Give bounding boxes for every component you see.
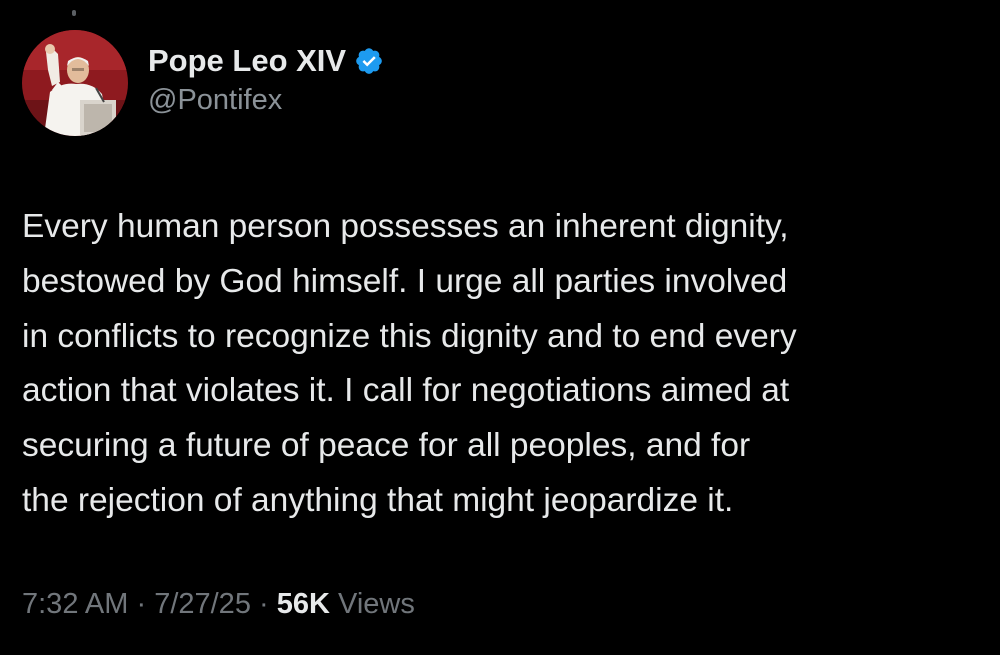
thread-connector bbox=[72, 10, 76, 16]
tweet-date[interactable]: 7/27/25 bbox=[154, 588, 251, 621]
display-name[interactable]: Pope Leo XIV bbox=[148, 43, 346, 79]
tweet-meta: 7:32 AM · 7/27/25 · 56K Views bbox=[22, 588, 415, 621]
meta-separator: · bbox=[128, 588, 155, 620]
pope-waving-avatar-icon bbox=[22, 30, 128, 136]
views-label[interactable]: Views bbox=[330, 588, 415, 621]
verified-badge-icon[interactable] bbox=[354, 46, 384, 76]
tweet-text: Every human person possesses an inherent… bbox=[22, 208, 797, 519]
tweet-time[interactable]: 7:32 AM bbox=[22, 588, 128, 621]
author-handle[interactable]: @Pontifex bbox=[148, 84, 384, 117]
display-name-row: Pope Leo XIV bbox=[148, 42, 384, 80]
meta-separator: · bbox=[250, 588, 277, 620]
avatar[interactable] bbox=[22, 30, 128, 136]
views-count[interactable]: 56K bbox=[277, 588, 330, 621]
author-names: Pope Leo XIV @Pontifex bbox=[148, 42, 384, 117]
tweet-header: Pope Leo XIV @Pontifex bbox=[22, 30, 384, 136]
